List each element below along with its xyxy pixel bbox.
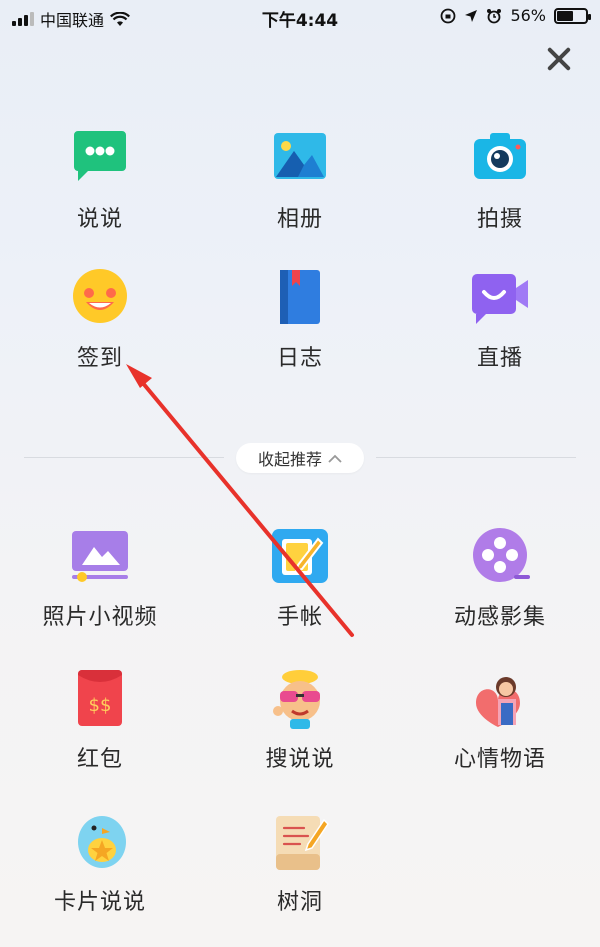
collapse-recommend-button[interactable]: 收起推荐 bbox=[236, 443, 364, 473]
item-label: 树洞 bbox=[276, 890, 323, 915]
journal-book-icon bbox=[268, 266, 332, 330]
live-video-icon bbox=[468, 266, 532, 330]
camera-button[interactable]: 拍摄 bbox=[400, 127, 600, 233]
red-envelope-icon: $$ bbox=[68, 667, 132, 731]
item-label: 签到 bbox=[76, 346, 123, 371]
svg-text:$$: $$ bbox=[89, 695, 112, 716]
item-label: 日志 bbox=[276, 346, 323, 371]
album-button[interactable]: 相册 bbox=[200, 127, 400, 233]
collapse-label: 收起推荐 bbox=[257, 450, 322, 469]
item-label: 直播 bbox=[476, 346, 523, 371]
item-label: 搜说说 bbox=[265, 747, 335, 772]
post-shuoshuo-button[interactable]: 说说 bbox=[0, 127, 200, 233]
item-label: 相册 bbox=[276, 207, 323, 232]
photo-video-button[interactable]: 照片小视频 bbox=[0, 525, 200, 631]
notebook-button[interactable]: 手帐 bbox=[200, 525, 400, 631]
motion-album-button[interactable]: 动感影集 bbox=[400, 525, 600, 631]
journal-button[interactable]: 日志 bbox=[200, 266, 400, 372]
photo-album-icon bbox=[268, 127, 332, 191]
item-label: 照片小视频 bbox=[42, 605, 158, 630]
item-label: 说说 bbox=[76, 207, 123, 232]
card-shuoshuo-button[interactable]: 卡片说说 bbox=[0, 810, 200, 916]
item-label: 拍摄 bbox=[476, 207, 523, 232]
tree-hole-note-icon bbox=[268, 810, 332, 874]
location-icon bbox=[465, 9, 478, 22]
item-label: 卡片说说 bbox=[53, 890, 146, 915]
item-label: 手帐 bbox=[276, 605, 323, 630]
notebook-pen-icon bbox=[268, 525, 332, 589]
status-bar: 中国联通 下午4:44 56% bbox=[0, 0, 600, 34]
sunglasses-character-icon bbox=[268, 667, 332, 731]
mood-words-button[interactable]: 心情物语 bbox=[400, 667, 600, 773]
item-label: 动感影集 bbox=[453, 605, 546, 630]
camera-icon bbox=[468, 127, 532, 191]
mood-girl-icon bbox=[468, 667, 532, 731]
check-in-button[interactable]: 签到 bbox=[0, 266, 200, 372]
divider-left bbox=[24, 457, 224, 458]
rotation-lock-icon bbox=[441, 8, 456, 23]
item-label: 心情物语 bbox=[453, 747, 546, 772]
search-shuoshuo-button[interactable]: 搜说说 bbox=[200, 667, 400, 773]
chat-bubble-icon bbox=[68, 127, 132, 191]
tree-hole-button[interactable]: 树洞 bbox=[200, 810, 400, 916]
film-reel-icon bbox=[468, 525, 532, 589]
divider-right bbox=[376, 457, 576, 458]
close-button[interactable] bbox=[544, 44, 574, 74]
battery-percent: 56% bbox=[510, 6, 546, 25]
item-label: 红包 bbox=[76, 747, 123, 772]
chevron-up-icon bbox=[328, 454, 342, 463]
battery-icon bbox=[554, 7, 591, 24]
card-bird-icon bbox=[68, 810, 132, 874]
red-envelope-button[interactable]: $$ 红包 bbox=[0, 667, 200, 773]
alarm-icon bbox=[487, 8, 502, 23]
live-button[interactable]: 直播 bbox=[400, 266, 600, 372]
photo-video-icon bbox=[68, 525, 132, 589]
smiley-face-icon bbox=[68, 266, 132, 330]
